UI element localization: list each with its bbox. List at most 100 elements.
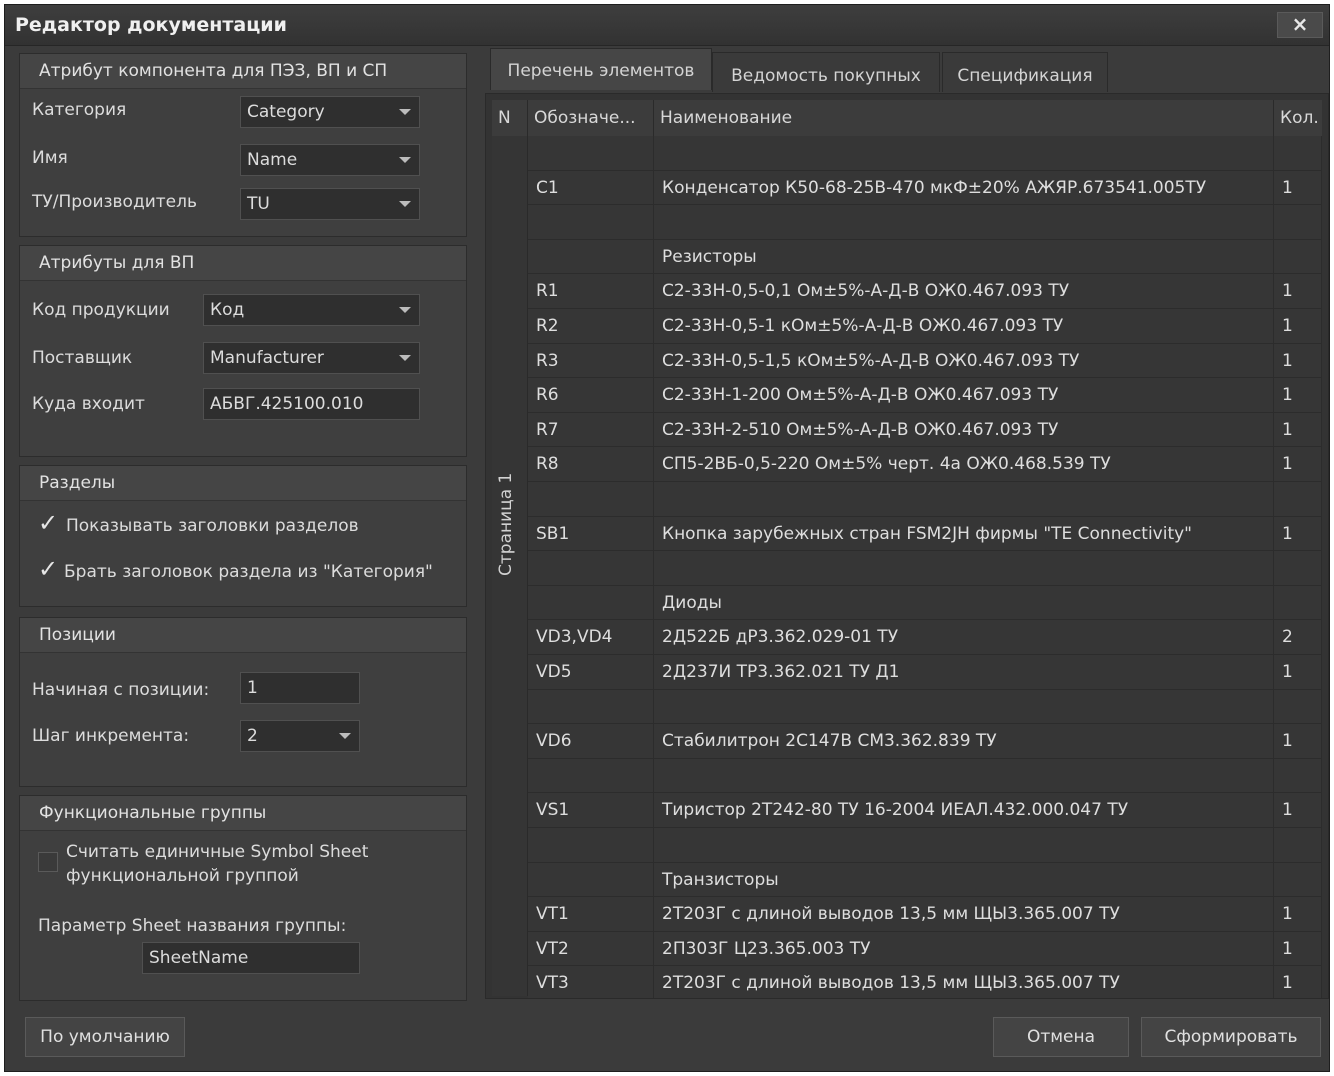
group-header: Атрибут компонента для ПЭЗ, ВП и СП — [20, 54, 466, 89]
name-select[interactable]: Name — [240, 144, 420, 176]
cell-name: Конденсатор К50-68-25В-470 мкФ±20% АЖЯР.… — [654, 170, 1274, 205]
start-position-input[interactable]: 1 — [240, 672, 360, 704]
chevron-down-icon — [339, 733, 351, 739]
title-bar: Редактор документации × — [5, 5, 1329, 46]
tab-specification[interactable]: Спецификация — [942, 52, 1108, 92]
table-row[interactable]: VT3 2Т203Г с длиной выводов 13,5 мм ЩЫ3.3… — [528, 966, 1322, 998]
table-row[interactable]: Транзисторы — [528, 862, 1322, 898]
cell-designation: SB1 — [528, 516, 654, 551]
cell-qty — [1274, 828, 1322, 862]
cell-qty — [1274, 689, 1322, 724]
chevron-down-icon — [399, 157, 411, 163]
chevron-down-icon — [399, 355, 411, 361]
group-param-input[interactable]: SheetName — [142, 942, 360, 974]
table-row[interactable]: VD6 Стабилитрон 2С147В СМ3.362.839 ТУ 1 — [528, 724, 1322, 759]
cell-designation: R1 — [528, 274, 654, 308]
table-row[interactable]: VT2 2П303Г Ц23.365.003 ТУ 1 — [528, 931, 1322, 967]
defaults-button[interactable]: По умолчанию — [25, 1017, 185, 1057]
cell-designation: C1 — [528, 170, 654, 205]
product-code-select[interactable]: Код — [203, 294, 420, 326]
cell-name: Тиристор 2Т242-80 ТУ 16-2004 ИЕАЛ.432.00… — [654, 793, 1274, 827]
document-editor-window: Редактор документации × Атрибут компонен… — [4, 4, 1330, 1072]
table-row[interactable]: R3 С2-33Н-0,5-1,5 кОм±5%-А-Д-В ОЖ0.467.09… — [528, 343, 1322, 379]
table-row[interactable]: VS1 Тиристор 2Т242-80 ТУ 16-2004 ИЕАЛ.432… — [528, 793, 1322, 828]
cell-qty: 1 — [1274, 793, 1322, 827]
cell-name: С2-33Н-2-510 Ом±5%-А-Д-В ОЖ0.467.093 ТУ — [654, 412, 1274, 447]
table-row[interactable] — [528, 758, 1322, 794]
cell-designation: R6 — [528, 378, 654, 412]
cell-qty — [1274, 136, 1322, 170]
cell-qty — [1274, 205, 1322, 239]
category-select[interactable]: Category — [240, 96, 420, 128]
cancel-button[interactable]: Отмена — [993, 1017, 1129, 1057]
cell-qty: 1 — [1274, 724, 1322, 758]
table-row[interactable] — [528, 205, 1322, 240]
table-row[interactable]: Резисторы — [528, 239, 1322, 275]
column-header-qty[interactable]: Кол. — [1274, 100, 1322, 136]
single-sheet-checkbox[interactable] — [38, 852, 58, 872]
cell-qty — [1274, 239, 1322, 274]
column-header-designation[interactable]: Обозначе... — [528, 100, 654, 136]
table-row[interactable]: VD5 2Д237И ТР3.362.021 ТУ Д1 1 — [528, 655, 1322, 690]
close-button[interactable]: × — [1277, 12, 1323, 38]
cell-designation — [528, 862, 654, 897]
table-row[interactable]: VD3,VD4 2Д522Б дР3.362.029-01 ТУ 2 — [528, 620, 1322, 655]
cell-qty — [1274, 551, 1322, 585]
show-headers-checkbox[interactable]: ✓ — [38, 511, 58, 535]
table-row[interactable]: R2 С2-33Н-0,5-1 кОм±5%-А-Д-В ОЖ0.467.093 … — [528, 309, 1322, 344]
table-row[interactable] — [528, 689, 1322, 725]
cell-qty: 1 — [1274, 655, 1322, 689]
table-row[interactable]: SB1 Кнопка зарубежных стран FSM2JH фирмы … — [528, 516, 1322, 552]
table-header: N Обозначе... Наименование Кол. — [492, 100, 1322, 137]
cell-name: Кнопка зарубежных стран FSM2JH фирмы "TE… — [654, 516, 1274, 551]
supplier-select[interactable]: Manufacturer — [203, 342, 420, 374]
cell-name: 2Д237И ТР3.362.021 ТУ Д1 — [654, 655, 1274, 689]
group-header: Функциональные группы — [20, 796, 466, 831]
cell-name: С2-33Н-0,5-1 кОм±5%-А-Д-В ОЖ0.467.093 ТУ — [654, 309, 1274, 343]
column-header-name[interactable]: Наименование — [654, 100, 1274, 136]
single-sheet-label-line2: функциональной группой — [66, 866, 299, 886]
table-row[interactable]: R6 С2-33Н-1-200 Ом±5%-А-Д-В ОЖ0.467.093 Т… — [528, 378, 1322, 413]
entry-label: Куда входит — [32, 394, 145, 414]
table-row[interactable]: R1 С2-33Н-0,5-0,1 Ом±5%-А-Д-В ОЖ0.467.093… — [528, 274, 1322, 309]
cell-name: 2Д522Б дР3.362.029-01 ТУ — [654, 620, 1274, 654]
table-row[interactable]: Диоды — [528, 585, 1322, 621]
chevron-down-icon — [399, 201, 411, 207]
column-header-n[interactable]: N — [492, 100, 528, 136]
table-row[interactable]: C1 Конденсатор К50-68-25В-470 мкФ±20% АЖЯ… — [528, 170, 1322, 206]
cell-qty: 1 — [1274, 170, 1322, 205]
cell-qty: 1 — [1274, 516, 1322, 551]
take-from-category-label: Брать заголовок раздела из "Категория" — [64, 562, 433, 582]
cell-name: 2Т203Г с длиной выводов 13,5 мм ЩЫ3.365.… — [654, 897, 1274, 931]
group-header: Разделы — [20, 466, 466, 501]
take-from-category-checkbox[interactable]: ✓ — [38, 557, 58, 581]
table-row[interactable]: R7 С2-33Н-2-510 Ом±5%-А-Д-В ОЖ0.467.093 Т… — [528, 412, 1322, 448]
table-row[interactable]: VT1 2Т203Г с длиной выводов 13,5 мм ЩЫ3.3… — [528, 897, 1322, 932]
cell-qty: 1 — [1274, 343, 1322, 378]
table-row[interactable] — [528, 828, 1322, 863]
sections-group: Разделы ✓ Показывать заголовки разделов … — [19, 465, 467, 607]
table-row[interactable]: R8 СП5-2ВБ-0,5-220 Ом±5% черт. 4а ОЖ0.468… — [528, 447, 1322, 482]
cell-designation: VT2 — [528, 931, 654, 966]
step-select[interactable]: 2 — [240, 720, 360, 752]
entry-input[interactable]: АБВГ.425100.010 — [203, 388, 420, 420]
functional-groups-group: Функциональные группы Считать единичные … — [19, 795, 467, 1001]
vp-attributes-group: Атрибуты для ВП Код продукции Код Постав… — [19, 245, 467, 457]
tu-label: ТУ/Производитель — [32, 192, 198, 212]
generate-button[interactable]: Сформировать — [1141, 1017, 1321, 1057]
positions-group: Позиции Начиная с позиции: 1 Шаг инкреме… — [19, 617, 467, 787]
table-row[interactable] — [528, 551, 1322, 586]
elements-table: N Обозначе... Наименование Кол. Страница… — [485, 93, 1329, 999]
table-row[interactable] — [528, 482, 1322, 517]
tu-select[interactable]: TU — [240, 188, 420, 220]
cell-name: СП5-2ВБ-0,5-220 Ом±5% черт. 4а ОЖ0.468.5… — [654, 447, 1274, 481]
table-row[interactable] — [528, 136, 1322, 171]
tab-element-list[interactable]: Перечень элементов — [490, 48, 712, 90]
page-label: Страница 1 — [496, 472, 516, 576]
group-header: Атрибуты для ВП — [20, 246, 466, 281]
tab-purchased-list[interactable]: Ведомость покупных — [712, 52, 940, 92]
step-value: 2 — [247, 726, 258, 746]
cell-designation — [528, 585, 654, 620]
product-code-value: Код — [210, 300, 245, 320]
cell-designation: VD5 — [528, 655, 654, 689]
